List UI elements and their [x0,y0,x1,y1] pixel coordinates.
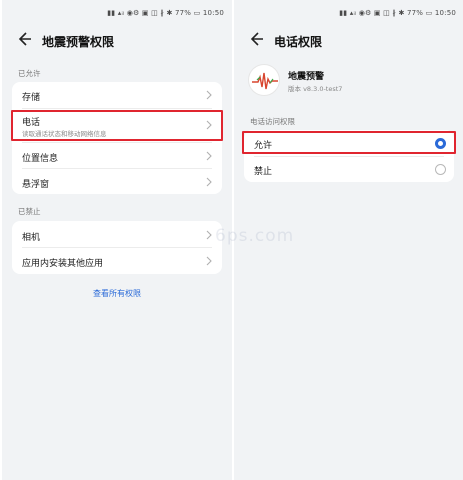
app-name: 地震预警 [288,72,325,82]
permission-item-install-apps[interactable]: 应用内安装其他应用 [12,248,222,274]
app-version: 版本 v8.3.0-test7 [288,85,343,93]
chevron-right-icon [206,151,214,161]
left-screen: ▮▮ ▴ᵢₗ ◉⚙ ▣ ◫ ∦ ✱ 77% ▭ 10:50 地震预警权限 已允许… [2,0,232,480]
option-deny[interactable]: 禁止 [244,157,454,182]
top-bar: 电话权限 [234,30,463,54]
chevron-right-icon [206,177,214,187]
permission-item-camera[interactable]: 相机 [12,221,222,247]
highlight-box [11,110,223,141]
chevron-right-icon [206,256,214,266]
permission-label: 存储 [22,93,41,103]
back-arrow-icon[interactable] [16,31,36,51]
permission-item-location[interactable]: 位置信息 [12,143,222,168]
option-label: 禁止 [254,167,273,177]
permission-item-storage[interactable]: 存储 [12,82,222,108]
permission-label: 悬浮窗 [22,180,50,190]
app-logo-icon [248,64,280,96]
permission-label: 位置信息 [22,154,59,164]
denied-permissions-card: 相机 应用内安装其他应用 [12,221,222,274]
status-bar: ▮▮ ▴ᵢₗ ◉⚙ ▣ ◫ ∦ ✱ 77% ▭ 10:50 [107,9,224,17]
permission-label: 相机 [22,233,41,243]
denied-section-label: 已禁止 [18,207,41,216]
highlight-box [242,131,456,154]
back-arrow-icon[interactable] [248,31,268,51]
page-title: 电话权限 [274,35,323,49]
status-bar: ▮▮ ▴ᵢₗ ◉⚙ ▣ ◫ ∦ ✱ 77% ▭ 10:50 [339,9,456,17]
view-all-permissions-link[interactable]: 查看所有权限 [2,288,232,299]
allowed-section-label: 已允许 [18,69,41,78]
chevron-right-icon [206,230,214,240]
radio-unselected-icon[interactable] [435,164,446,175]
page-title: 地震预警权限 [42,35,115,49]
permission-item-floating-window[interactable]: 悬浮窗 [12,169,222,194]
chevron-right-icon [206,90,214,100]
watermark: 6ps.com [215,226,295,246]
phone-access-section-label: 电话访问权限 [250,117,295,126]
top-bar: 地震预警权限 [2,30,232,54]
permission-label: 应用内安装其他应用 [22,259,104,269]
